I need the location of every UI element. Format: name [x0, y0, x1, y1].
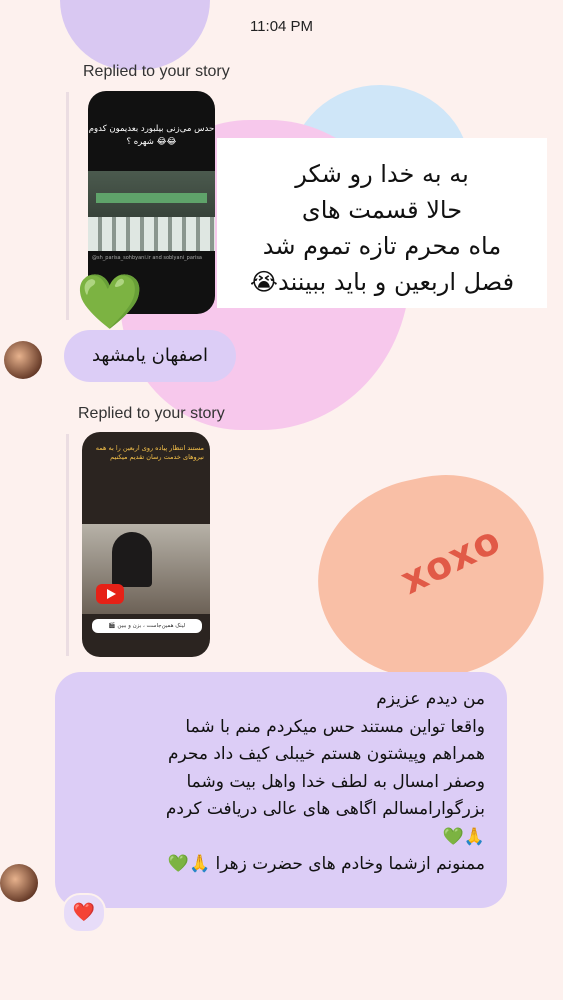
reply-line: فصل اربعین و باید ببینند😭 [249, 268, 515, 296]
green-heart-emoji: 💚 [76, 270, 144, 333]
replied-to-story-label: Replied to your story [78, 405, 225, 422]
message-line: واقعا تواین مستند حس میکردم منم با شما [185, 716, 485, 737]
reply-quote-line [66, 434, 69, 656]
message-line: ممنونم ازشما وخادم های حضرت زهرا 🙏💚 [167, 854, 485, 874]
message-line: همراهم وپیشتون هستم خیبلی کیف داد محرم [167, 744, 485, 764]
story-reply-text: به به خدا رو شکر حالا قسمت های ماه محرم … [217, 138, 547, 308]
story-thumbnail[interactable]: مستند انتظار پیاده روی اربعین را به همه … [82, 432, 210, 657]
reply-line: ماه محرم تازه تموم شد [262, 232, 502, 260]
reply-line: به به خدا رو شکر [295, 160, 469, 188]
story-caption: حدس می‌زنی بیلبورد بعدیمون کدوم شهره ؟ 😂… [88, 124, 215, 147]
message-bubble[interactable]: اصفهان یامشهد [64, 330, 236, 382]
avatar[interactable] [4, 341, 42, 379]
message-line: من دیدم عزیزم [376, 689, 485, 709]
message-line: 🙏💚 [442, 826, 485, 847]
message-bubble[interactable]: من دیدم عزیزم واقعا تواین مستند حس میکرد… [55, 672, 507, 908]
heart-reaction-icon[interactable]: ❤️ [62, 893, 106, 933]
reply-quote-line [66, 92, 69, 320]
message-line: وصفر امسال به لطف خدا واهل بیت وشما [186, 771, 486, 792]
message-line: بزرگوارامسالم اگاهی های عالی دریافت کردم [165, 799, 485, 819]
story-overlay-text: مستند انتظار پیاده روی اربعین را به همه … [95, 444, 204, 461]
replied-to-story-label: Replied to your story [83, 63, 230, 80]
story-credit: @sh_parisa_sohbyani.ir and soblyani_pari… [92, 255, 202, 261]
avatar[interactable] [0, 864, 38, 902]
status-time: 11:04 PM [249, 18, 314, 35]
story-person [112, 532, 152, 587]
reply-line: حالا قسمت های [301, 196, 463, 224]
story-photo [88, 171, 215, 251]
youtube-play-icon[interactable] [96, 584, 124, 604]
story-link-sticker[interactable]: لینک همین‌جاست ، بزن و ببین 🎬 [92, 619, 202, 633]
background-purple-shape [60, 0, 210, 70]
